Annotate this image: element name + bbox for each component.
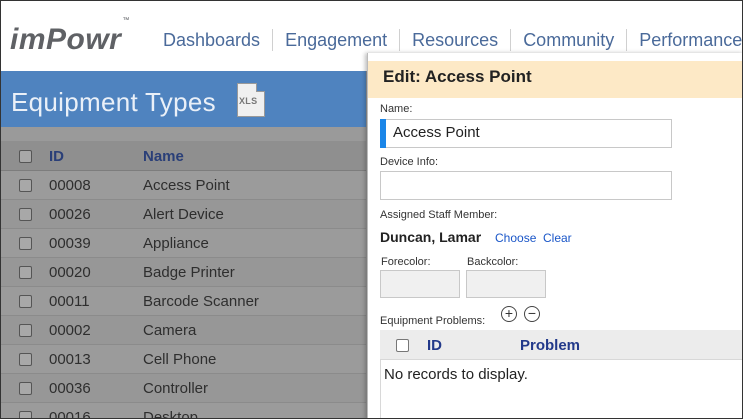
page-title: Equipment Types <box>11 87 216 117</box>
name-input-value: Access Point <box>393 124 480 141</box>
clear-staff-link[interactable]: Clear <box>543 231 572 245</box>
row-checkbox[interactable] <box>19 208 32 221</box>
problems-column-header-problem[interactable]: Problem <box>520 337 580 354</box>
excel-export-icon[interactable]: XLS <box>237 83 265 117</box>
table-row[interactable]: 00002 Camera <box>1 316 366 345</box>
nav-community[interactable]: Community <box>511 29 628 51</box>
equipment-problems-label: Equipment Problems: <box>380 315 486 327</box>
device-info-input[interactable] <box>380 171 672 200</box>
row-id: 00002 <box>49 322 91 339</box>
row-checkbox[interactable] <box>19 353 32 366</box>
row-name: Badge Printer <box>143 264 235 281</box>
edit-panel-title: Edit: Access Point <box>368 61 742 98</box>
nav-resources[interactable]: Resources <box>400 29 512 51</box>
row-name: Camera <box>143 322 197 339</box>
nav-performance[interactable]: Performance <box>627 29 742 51</box>
row-id: 00011 <box>49 293 90 310</box>
edit-panel: Edit: Access Point Name: Access Point De… <box>367 53 742 418</box>
row-checkbox[interactable] <box>19 295 32 308</box>
row-checkbox[interactable] <box>19 237 32 250</box>
no-records-message: No records to display. <box>384 366 528 383</box>
row-name: Cell Phone <box>143 351 217 368</box>
column-header-id[interactable]: ID <box>49 148 64 165</box>
choose-staff-link[interactable]: Choose <box>495 231 536 245</box>
app-logo[interactable]: imPowr™ <box>10 17 130 57</box>
xls-label: XLS <box>239 96 258 106</box>
row-name: Desktop <box>143 409 199 419</box>
column-header-name[interactable]: Name <box>143 148 184 165</box>
backcolor-label: Backcolor: <box>467 256 519 268</box>
logo-trademark: ™ <box>122 17 130 24</box>
row-id: 00036 <box>49 380 91 397</box>
nav-engagement[interactable]: Engagement <box>273 29 401 51</box>
row-name: Appliance <box>143 235 209 252</box>
table-row[interactable]: 00039 Appliance <box>1 229 366 258</box>
nav-dashboards[interactable]: Dashboards <box>151 29 274 51</box>
grid-header: ID Name <box>1 141 366 171</box>
row-id: 00008 <box>49 177 91 194</box>
row-id: 00016 <box>49 409 91 419</box>
select-all-checkbox[interactable] <box>19 150 32 163</box>
app-window: imPowr™ Dashboards Engagement Resources … <box>0 0 743 419</box>
file-fold-icon <box>256 83 265 92</box>
row-id: 00039 <box>49 235 91 252</box>
backcolor-picker[interactable] <box>466 270 546 298</box>
row-checkbox[interactable] <box>19 266 32 279</box>
assigned-staff-label: Assigned Staff Member: <box>380 209 498 221</box>
name-input[interactable]: Access Point <box>380 119 672 148</box>
problems-grid-header: ID Problem <box>380 330 742 360</box>
row-id: 00026 <box>49 206 91 223</box>
forecolor-picker[interactable] <box>380 270 460 298</box>
table-row[interactable]: 00011 Barcode Scanner <box>1 287 366 316</box>
forecolor-label: Forecolor: <box>381 256 431 268</box>
table-row[interactable]: 00020 Badge Printer <box>1 258 366 287</box>
row-checkbox[interactable] <box>19 411 32 418</box>
row-checkbox[interactable] <box>19 179 32 192</box>
row-id: 00013 <box>49 351 91 368</box>
row-name: Alert Device <box>143 206 224 223</box>
table-row[interactable]: 00016 Desktop <box>1 403 366 419</box>
table-row[interactable]: 00036 Controller <box>1 374 366 403</box>
problems-select-all-checkbox[interactable] <box>396 339 409 352</box>
device-info-label: Device Info: <box>380 156 439 168</box>
table-row[interactable]: 00008 Access Point <box>1 171 366 200</box>
row-id: 00020 <box>49 264 91 281</box>
table-row[interactable]: 00013 Cell Phone <box>1 345 366 374</box>
main-nav: Dashboards Engagement Resources Communit… <box>151 29 742 51</box>
problems-column-header-id[interactable]: ID <box>427 337 442 354</box>
row-name: Barcode Scanner <box>143 293 259 310</box>
name-label: Name: <box>380 103 413 115</box>
row-checkbox[interactable] <box>19 382 32 395</box>
remove-problem-icon[interactable]: − <box>524 306 540 322</box>
equipment-types-grid: ID Name 00008 Access Point 00026 Alert D… <box>1 141 366 419</box>
row-name: Access Point <box>143 177 230 194</box>
table-row[interactable]: 00026 Alert Device <box>1 200 366 229</box>
add-problem-icon[interactable]: + <box>501 306 517 322</box>
assigned-staff-value: Duncan, Lamar <box>380 229 482 245</box>
row-name: Controller <box>143 380 209 397</box>
row-checkbox[interactable] <box>19 324 32 337</box>
focus-indicator <box>380 119 386 148</box>
logo-text: imPowr <box>10 23 122 56</box>
